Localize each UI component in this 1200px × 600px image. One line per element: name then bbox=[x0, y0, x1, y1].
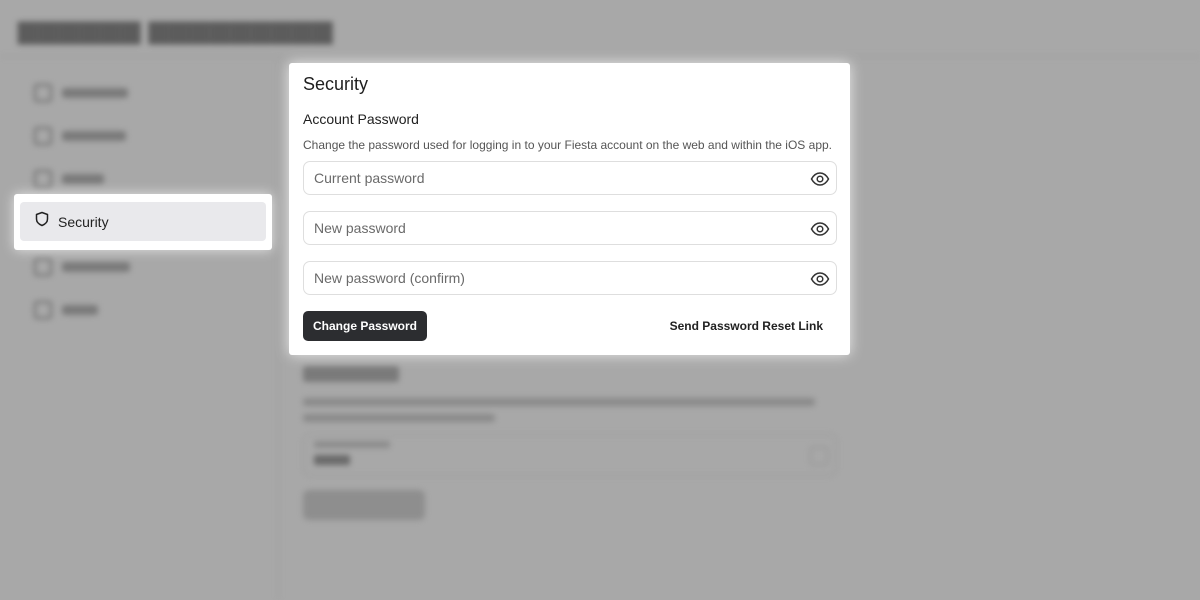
eye-icon[interactable] bbox=[810, 269, 830, 289]
new-password-field bbox=[303, 211, 837, 245]
current-password-input[interactable] bbox=[304, 162, 836, 194]
send-reset-link-button[interactable]: Send Password Reset Link bbox=[657, 311, 836, 341]
section-title-account-password: Account Password bbox=[303, 111, 419, 127]
blurred-text-line bbox=[303, 398, 815, 406]
sidebar-item-label: Security bbox=[58, 213, 109, 230]
confirm-password-input[interactable] bbox=[304, 262, 836, 294]
sidebar-highlight: Security bbox=[14, 194, 272, 250]
blurred-nav-item bbox=[34, 299, 98, 321]
blurred-section-title bbox=[303, 366, 399, 382]
security-panel: Security Account Password Change the pas… bbox=[289, 63, 850, 355]
blurred-page-title: ▆▆▆▆▆▆ ▆▆▆▆▆▆▆▆▆ bbox=[18, 14, 334, 44]
blurred-text-line bbox=[303, 414, 495, 422]
new-password-input[interactable] bbox=[304, 212, 836, 244]
eye-icon[interactable] bbox=[810, 219, 830, 239]
section-description: Change the password used for logging in … bbox=[303, 138, 832, 152]
panel-title: Security bbox=[303, 74, 369, 94]
sidebar-divider bbox=[278, 56, 279, 600]
confirm-password-field bbox=[303, 261, 837, 295]
change-password-button[interactable]: Change Password bbox=[303, 311, 427, 341]
blurred-nav-item bbox=[34, 168, 104, 190]
current-password-field bbox=[303, 161, 837, 195]
blurred-select bbox=[303, 434, 837, 476]
sidebar-item-security[interactable]: Security bbox=[20, 202, 266, 241]
shield-icon bbox=[34, 211, 50, 232]
blurred-nav-item bbox=[34, 125, 126, 147]
blurred-nav-item bbox=[34, 256, 130, 278]
blurred-button bbox=[303, 490, 425, 520]
blurred-nav-item bbox=[34, 82, 128, 104]
eye-icon[interactable] bbox=[810, 169, 830, 189]
header-divider bbox=[0, 56, 1200, 57]
